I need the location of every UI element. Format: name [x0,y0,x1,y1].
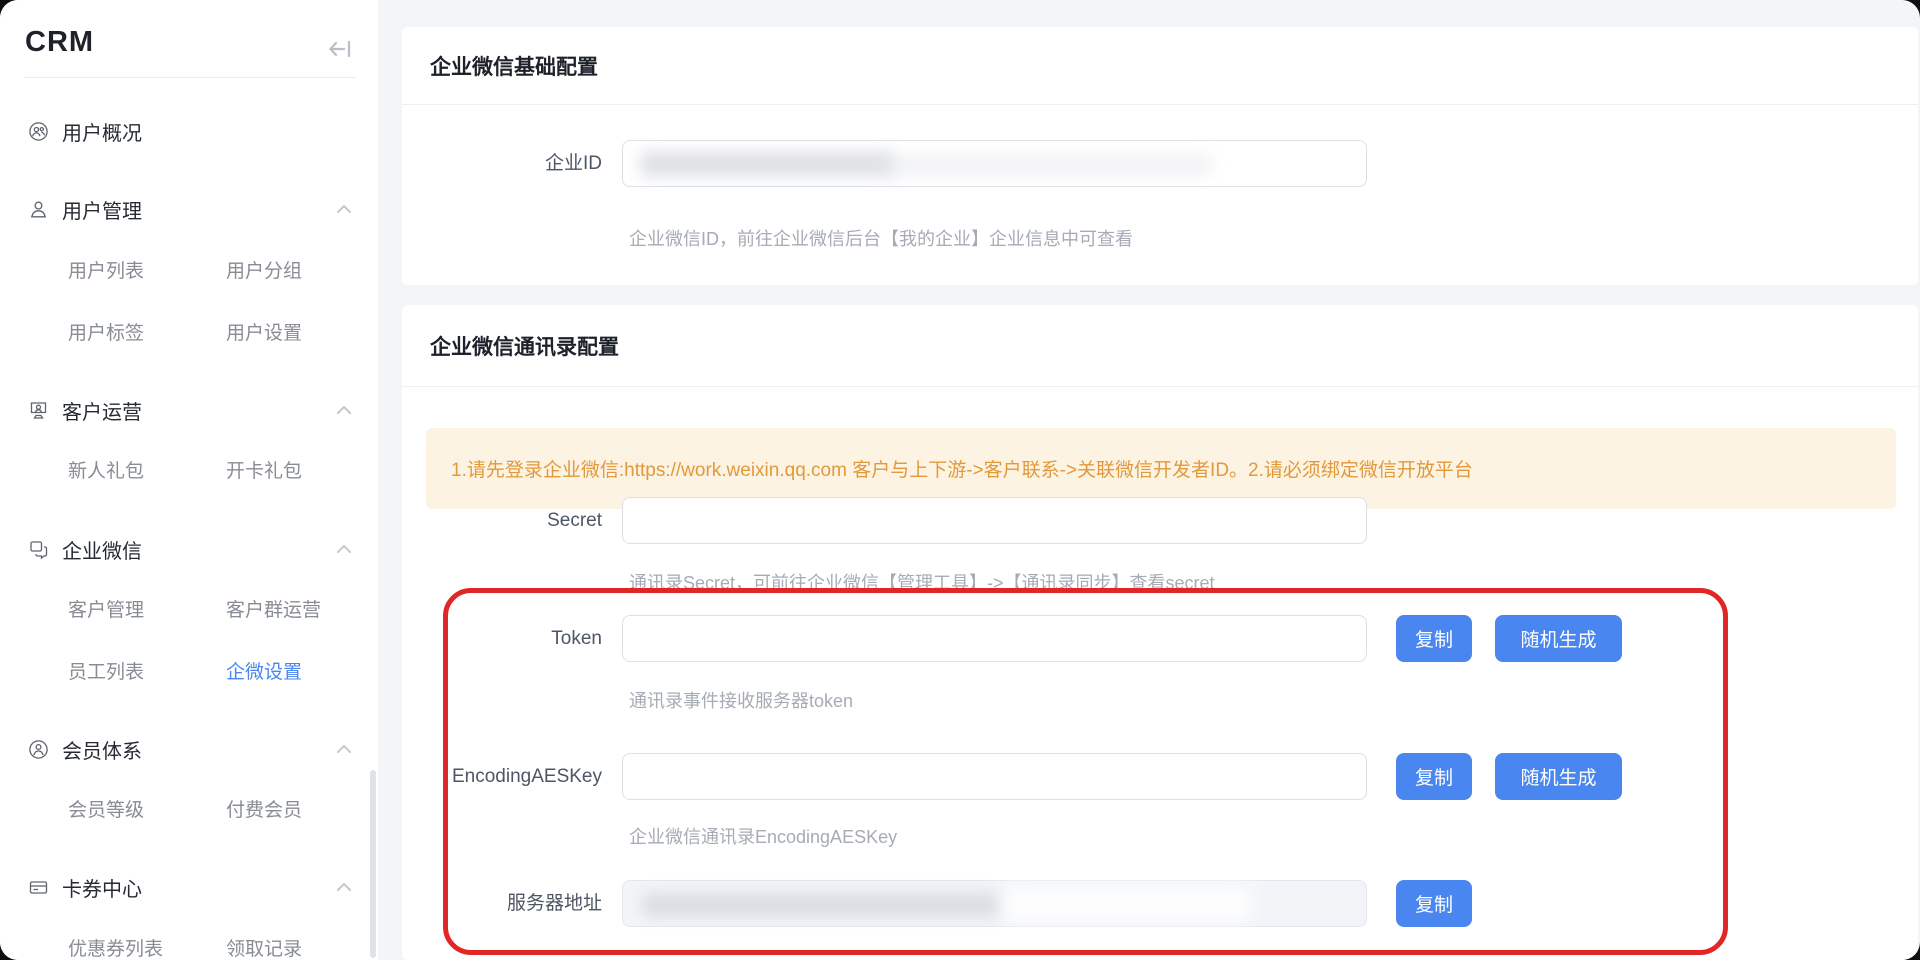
sidebar-group-label: 用户管理 [62,195,142,224]
chevron-up-icon[interactable] [336,204,352,214]
token-input[interactable] [622,615,1367,662]
sidebar-item-customer-management[interactable]: 客户管理 [68,597,144,625]
sidebar-item-user-list[interactable]: 用户列表 [68,258,144,286]
server-url-label: 服务器地址 [402,880,602,927]
token-copy-button[interactable]: 复制 [1396,615,1472,662]
sidebar-divider [24,77,356,78]
basic-config-header: 企业微信基础配置 [402,27,1918,105]
sidebar-group-wechat-work[interactable]: 企业微信 [28,533,352,565]
sidebar-group-label: 客户运营 [62,396,142,425]
aeskey-input[interactable] [622,753,1367,800]
sidebar-group-label: 用户概况 [62,117,142,146]
user-overview-icon [28,121,49,142]
sidebar-group-membership[interactable]: 会员体系 [28,733,352,765]
corp-id-input[interactable] [622,140,1367,187]
sidebar-child-row: 会员等级 付费会员 [0,797,378,825]
aeskey-help: 企业微信通讯录EncodingAESKey [629,823,897,849]
sidebar-child-row: 新人礼包 开卡礼包 [0,458,378,486]
server-url-copy-button[interactable]: 复制 [1396,880,1472,927]
sidebar-item-customer-group-operations[interactable]: 客户群运营 [226,597,321,625]
aeskey-copy-button[interactable]: 复制 [1396,753,1472,800]
user-icon [28,199,49,220]
sidebar-child-row: 优惠券列表 领取记录 [0,936,378,960]
token-generate-button[interactable]: 随机生成 [1495,615,1622,662]
secret-input[interactable] [622,497,1367,544]
secret-label: Secret [402,497,602,544]
corp-id-label: 企业ID [402,140,602,187]
sidebar-child-row: 员工列表 企微设置 [0,659,378,687]
contacts-config-header: 企业微信通讯录配置 [402,305,1918,387]
sidebar-child-row: 客户管理 客户群运营 [0,597,378,625]
contacts-config-card: 企业微信通讯录配置 1.请先登录企业微信:https://work.weixin… [402,305,1918,960]
sidebar-group-card-coupon-center[interactable]: 卡券中心 [28,871,352,903]
sidebar-group-user-overview[interactable]: 用户概况 [28,115,352,147]
sidebar-child-row: 用户列表 用户分组 [0,258,378,286]
chevron-up-icon[interactable] [336,405,352,415]
sidebar-item-paid-members[interactable]: 付费会员 [226,797,302,825]
sidebar-item-user-settings[interactable]: 用户设置 [226,320,302,348]
sidebar-item-user-tags[interactable]: 用户标签 [68,320,144,348]
card-icon [28,877,49,898]
chevron-up-icon[interactable] [336,882,352,892]
sidebar-item-card-open-pack[interactable]: 开卡礼包 [226,458,302,486]
basic-config-title: 企业微信基础配置 [430,51,598,81]
aeskey-label: EncodingAESKey [402,753,602,800]
sidebar-item-staff-list[interactable]: 员工列表 [68,659,144,687]
corp-id-help: 企业微信ID，前往企业微信后台【我的企业】企业信息中可查看 [629,225,1133,251]
wechat-work-icon [28,539,49,560]
contacts-config-title: 企业微信通讯录配置 [430,331,619,361]
membership-icon [28,739,49,760]
aeskey-generate-button[interactable]: 随机生成 [1495,753,1622,800]
sidebar-item-claim-records[interactable]: 领取记录 [226,936,302,960]
chevron-up-icon[interactable] [336,744,352,754]
app-window: CRM 用户概况 [0,0,1920,960]
secret-help: 通讯录Secret，可前往企业微信【管理工具】->【通讯录同步】查看secret [629,569,1215,595]
sidebar-item-newcomer-pack[interactable]: 新人礼包 [68,458,144,486]
server-url-input[interactable] [622,880,1367,927]
token-label: Token [402,615,602,662]
token-help: 通讯录事件接收服务器token [629,687,853,713]
sidebar-group-label: 会员体系 [62,735,142,764]
basic-config-card: 企业微信基础配置 企业ID 企业微信ID，前往企业微信后台【我的企业】企业信息中… [402,27,1918,285]
sidebar-child-row: 用户标签 用户设置 [0,320,378,348]
sidebar-group-customer-operations[interactable]: 客户运营 [28,394,352,426]
sidebar-group-label: 卡券中心 [62,873,142,902]
collapse-arrow-icon [326,34,356,64]
sidebar-item-qiwei-settings[interactable]: 企微设置 [226,659,302,687]
sidebar-item-coupon-list[interactable]: 优惠券列表 [68,936,163,960]
sidebar-group-user-management[interactable]: 用户管理 [28,193,352,225]
chevron-up-icon[interactable] [336,544,352,554]
sidebar-group-label: 企业微信 [62,535,142,564]
brand-logo: CRM [25,26,94,59]
sidebar: CRM 用户概况 [0,0,378,960]
warning-alert-text: 1.请先登录企业微信:https://work.weixin.qq.com 客户… [451,455,1473,482]
sidebar-collapse-button[interactable] [326,34,356,64]
sidebar-scrollbar[interactable] [370,770,376,958]
sidebar-item-member-levels[interactable]: 会员等级 [68,797,144,825]
sidebar-item-user-groups[interactable]: 用户分组 [226,258,302,286]
customer-operations-icon [28,400,49,421]
